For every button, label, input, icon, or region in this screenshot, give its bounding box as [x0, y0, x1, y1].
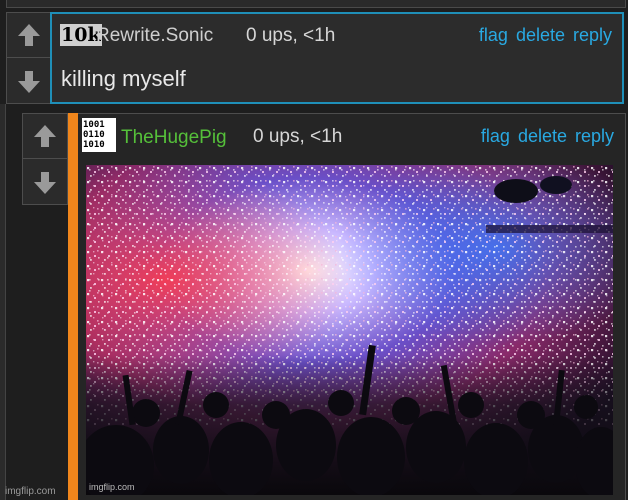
page-watermark: imgflip.com [5, 486, 56, 497]
downvote-button[interactable] [23, 160, 67, 205]
comment-text: killing myself [61, 66, 186, 91]
comment2-vote-column [22, 113, 68, 205]
image-watermark: imgflip.com [89, 482, 135, 492]
delete-link[interactable]: delete [516, 25, 565, 45]
upvote-button[interactable] [7, 13, 51, 58]
username-link[interactable]: Rewrite.Sonic [96, 25, 213, 47]
delete-link[interactable]: delete [518, 126, 567, 146]
username-link[interactable]: TheHugePig [121, 127, 227, 149]
previous-comment-edge [6, 0, 626, 8]
reply-link[interactable]: reply [575, 126, 614, 146]
arrow-down-icon [18, 70, 40, 93]
downvote-button[interactable] [7, 59, 51, 104]
comment-meta: 0 ups, <1h [246, 25, 336, 46]
thread-indent [0, 104, 6, 500]
arrow-up-icon [18, 24, 40, 46]
comment-image[interactable]: imgflip.com [86, 165, 613, 495]
arrow-down-icon [34, 171, 56, 194]
flag-link[interactable]: flag [481, 126, 510, 146]
comment-meta: 0 ups, <1h [253, 126, 343, 147]
user-avatar: 1001 0110 1010 [82, 118, 116, 152]
reply-accent-bar [68, 113, 78, 500]
comment1: 10k Rewrite.Sonic 0 ups, <1h flag delete r… [50, 12, 624, 104]
flag-link[interactable]: flag [479, 25, 508, 45]
upvote-button[interactable] [23, 114, 67, 159]
comment1-vote-column [6, 12, 52, 104]
arrow-up-icon [34, 125, 56, 147]
comment-actions: flag delete reply [471, 25, 612, 46]
party-crowd-image [86, 165, 613, 495]
reply-link[interactable]: reply [573, 25, 612, 45]
comment-actions: flag delete reply [473, 126, 614, 147]
